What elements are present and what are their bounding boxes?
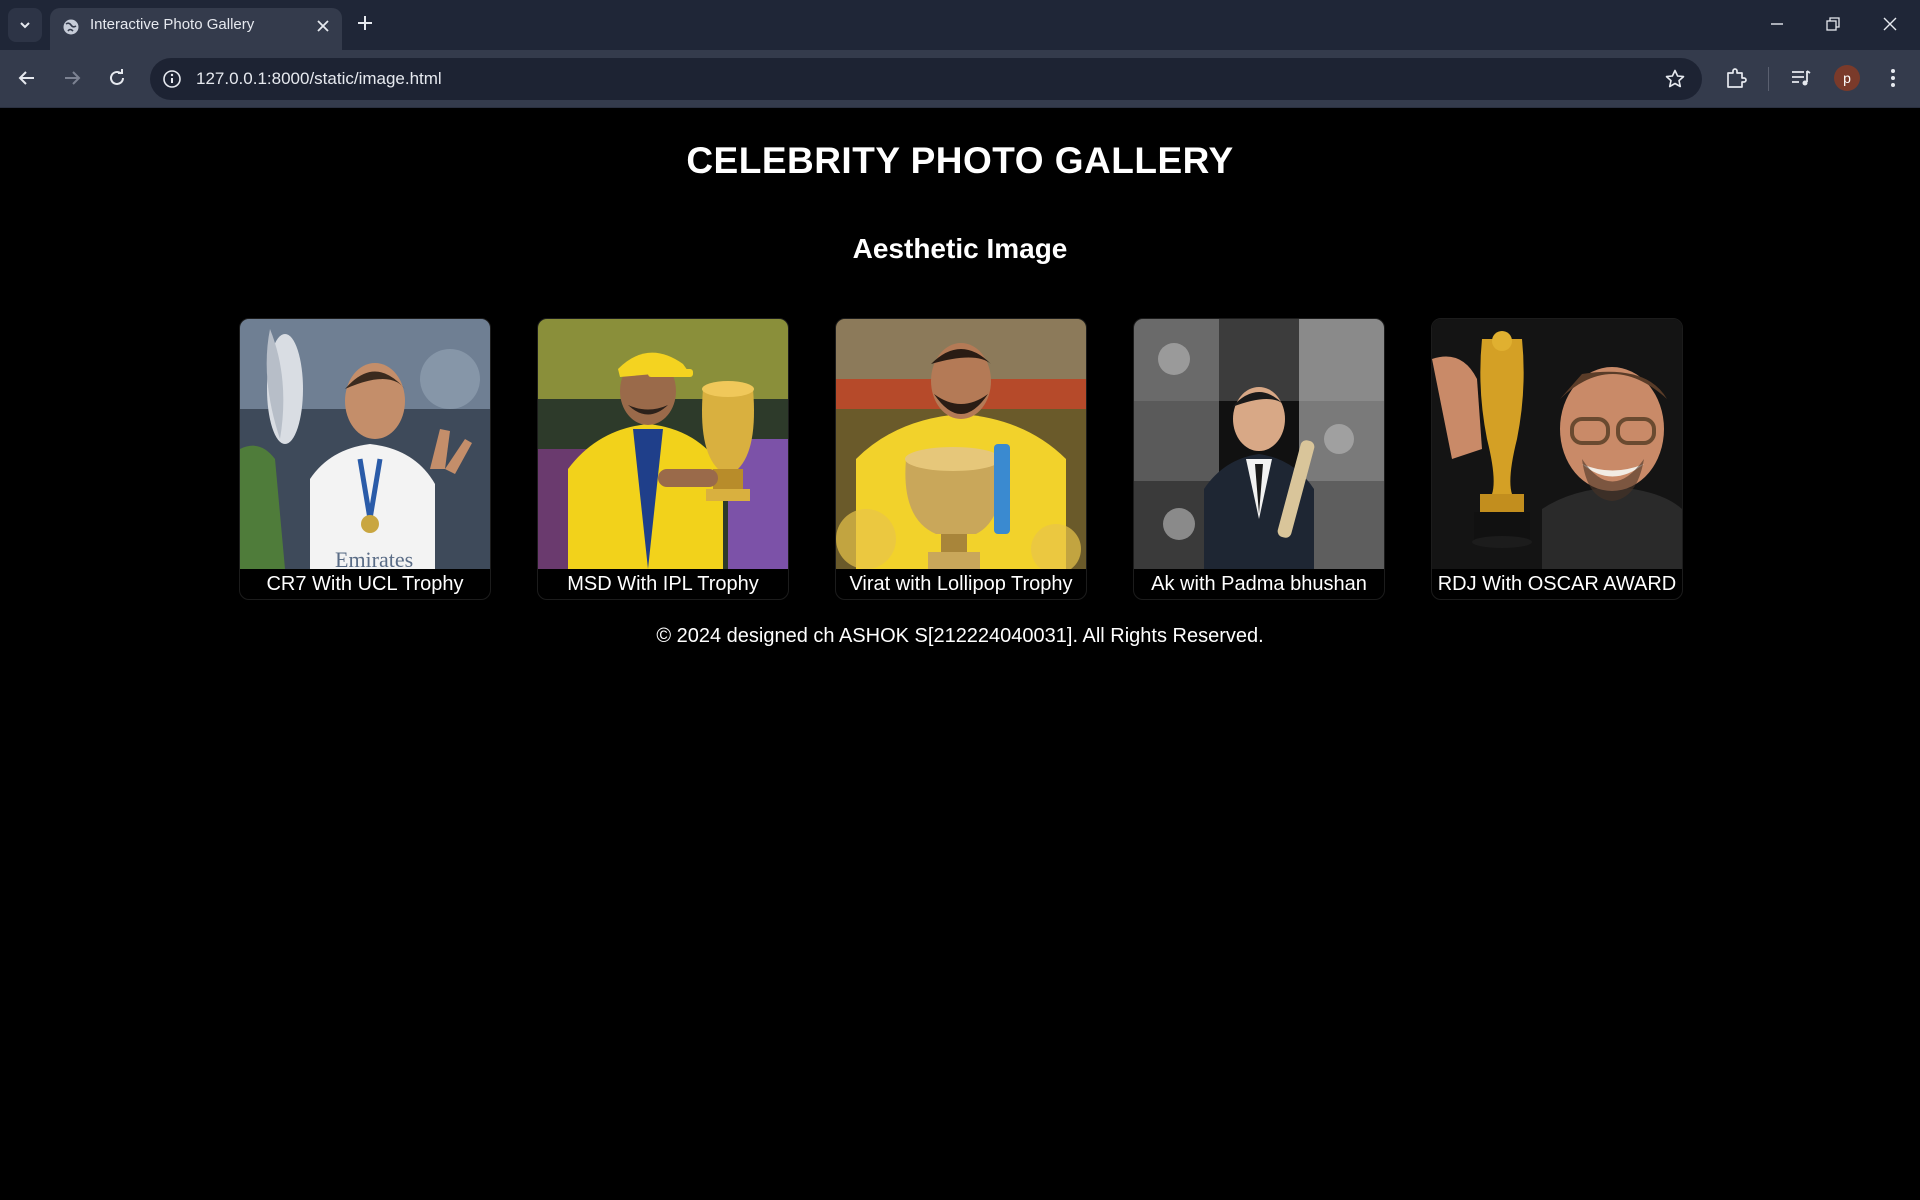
more-vertical-icon — [1891, 69, 1895, 87]
close-window-button[interactable] — [1874, 8, 1906, 40]
bookmark-button[interactable] — [1664, 68, 1686, 90]
photo-virat-lollipop-trophy[interactable] — [836, 319, 1086, 569]
page-content: CELEBRITY PHOTO GALLERY Aesthetic Image … — [0, 109, 1920, 1200]
url-text[interactable]: 127.0.0.1:8000/static/image.html — [196, 58, 442, 100]
card-caption: Virat with Lollipop Trophy — [849, 573, 1073, 595]
forward-button[interactable] — [56, 62, 88, 94]
active-tab[interactable]: Interactive Photo Gallery — [50, 8, 342, 50]
photo-msd-ipl-trophy[interactable] — [538, 319, 788, 569]
restore-button[interactable] — [1817, 8, 1849, 40]
browser-toolbar: 127.0.0.1:8000/static/image.html — [0, 50, 1920, 108]
media-queue-icon — [1792, 70, 1811, 86]
gallery-card[interactable]: Virat with Lollipop Trophy — [835, 318, 1087, 600]
media-controls-button[interactable] — [1786, 63, 1816, 93]
browser-menu-button[interactable] — [1878, 63, 1908, 93]
card-caption: MSD With IPL Trophy — [567, 573, 759, 595]
footer-copyright: © 2024 designed ch ASHOK S[212224040031]… — [656, 625, 1264, 647]
gallery-card[interactable]: Ak with Padma bhushan — [1133, 318, 1385, 600]
chevron-down-icon — [20, 22, 30, 29]
minimize-button[interactable] — [1761, 8, 1793, 40]
restore-icon — [1826, 17, 1840, 31]
photo-ak-padma-bhushan[interactable] — [1134, 319, 1384, 569]
tab-strip: Interactive Photo Gallery — [0, 0, 1920, 50]
close-tab-button[interactable] — [312, 15, 334, 37]
plus-icon — [358, 16, 372, 30]
reload-button[interactable] — [101, 62, 133, 94]
card-caption: CR7 With UCL Trophy — [266, 573, 464, 595]
reload-icon — [110, 69, 124, 85]
tab-search-button[interactable] — [8, 8, 42, 42]
gallery-card[interactable]: RDJ With OSCAR AWARD — [1431, 318, 1683, 600]
new-tab-button[interactable] — [352, 10, 378, 36]
puzzle-icon — [1727, 68, 1747, 88]
svg-text:Emirates: Emirates — [335, 547, 413, 569]
back-button[interactable] — [11, 62, 43, 94]
info-icon — [163, 70, 181, 88]
toolbar-divider — [1768, 67, 1769, 91]
globe-icon — [63, 19, 79, 35]
arrow-left-icon — [18, 71, 34, 85]
page-title: CELEBRITY PHOTO GALLERY — [686, 140, 1234, 181]
close-icon — [317, 20, 329, 32]
section-subtitle: Aesthetic Image — [852, 233, 1068, 264]
extensions-button[interactable] — [1721, 63, 1751, 93]
minimize-icon — [1771, 23, 1783, 25]
card-caption: RDJ With OSCAR AWARD — [1437, 573, 1677, 595]
arrow-right-icon — [65, 71, 81, 85]
gallery-card[interactable]: Emirates CR7 With UCL Trophy — [239, 318, 491, 600]
star-icon — [1665, 69, 1685, 88]
card-caption: Ak with Padma bhushan — [1151, 573, 1367, 595]
address-bar[interactable]: 127.0.0.1:8000/static/image.html — [150, 58, 1702, 100]
tab-title: Interactive Photo Gallery — [90, 16, 255, 33]
gallery-card[interactable]: MSD With IPL Trophy — [537, 318, 789, 600]
photo-cr7-ucl-trophy[interactable]: Emirates — [240, 319, 490, 569]
site-info-button[interactable] — [160, 67, 184, 91]
close-icon — [1883, 17, 1897, 31]
profile-avatar[interactable]: p — [1834, 65, 1860, 91]
photo-rdj-oscar-award[interactable] — [1432, 319, 1682, 569]
